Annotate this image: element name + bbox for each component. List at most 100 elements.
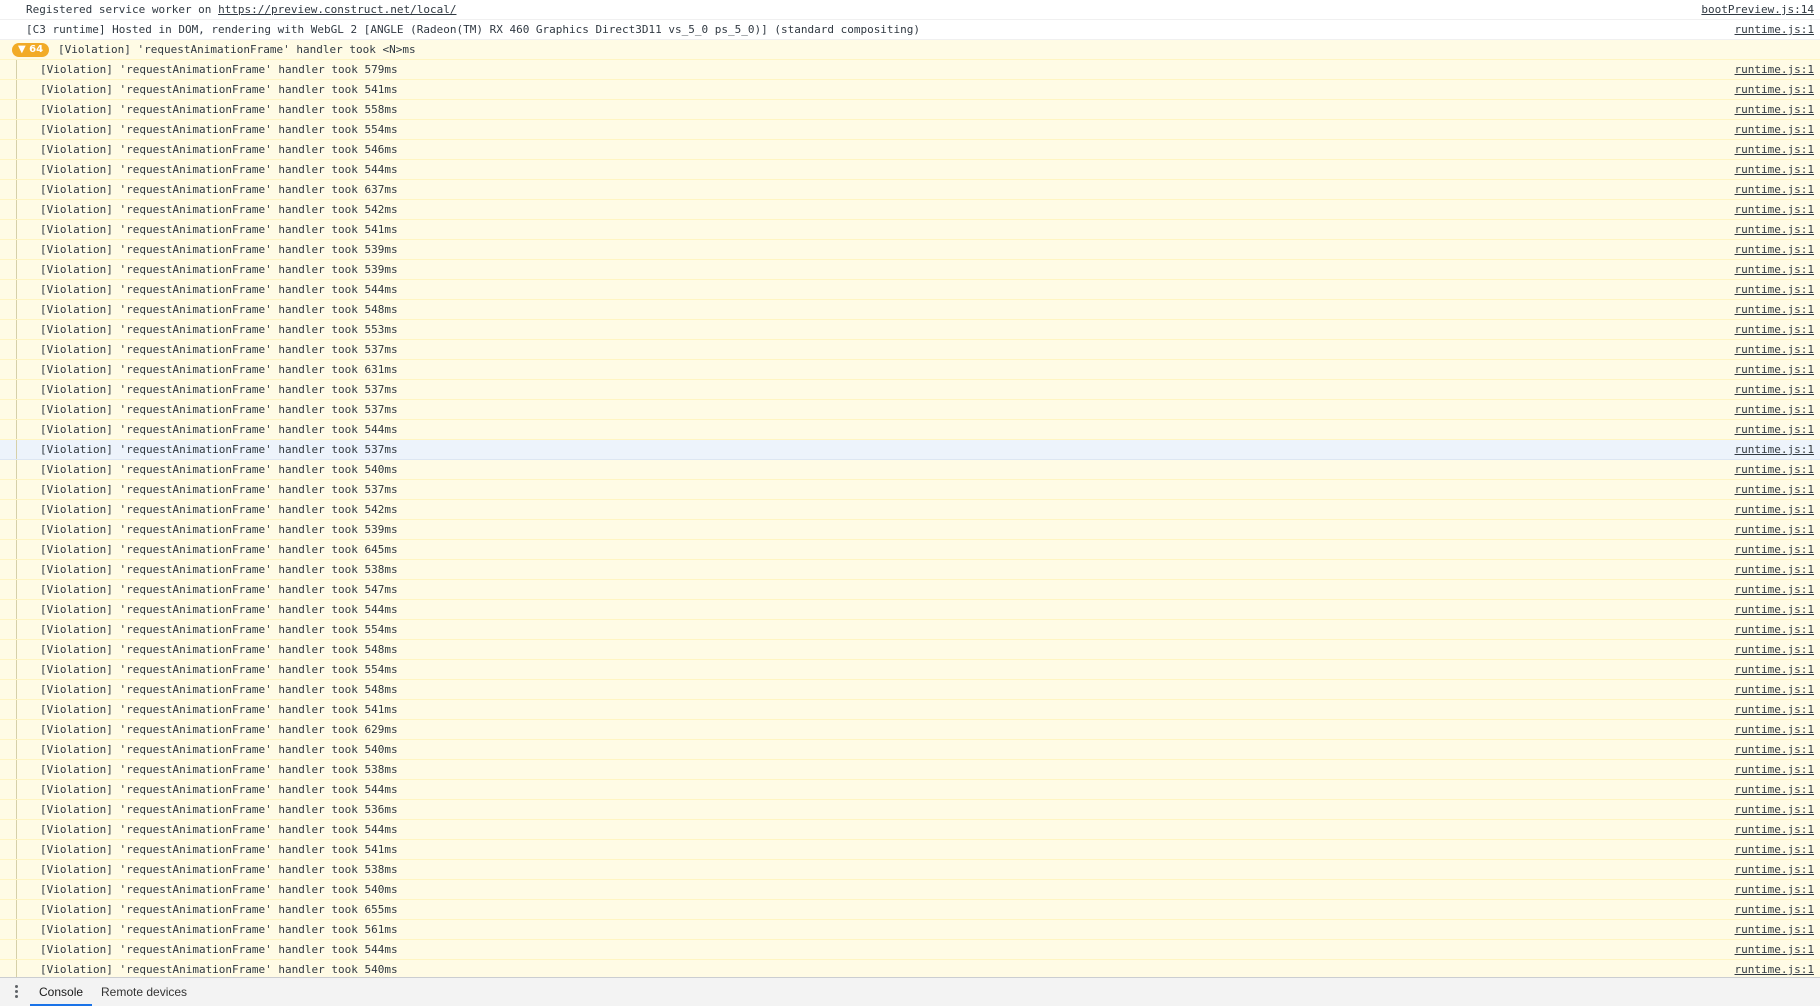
violation-row[interactable]: [Violation] 'requestAnimationFrame' hand… [0, 520, 1820, 540]
source-link[interactable]: runtime.js:1 [1735, 20, 1814, 40]
source-link[interactable]: runtime.js:1 [1735, 600, 1814, 620]
violation-row[interactable]: [Violation] 'requestAnimationFrame' hand… [0, 660, 1820, 680]
source-link[interactable]: runtime.js:1 [1735, 120, 1814, 140]
violation-row[interactable]: [Violation] 'requestAnimationFrame' hand… [0, 180, 1820, 200]
more-vertical-icon[interactable] [10, 985, 22, 999]
source-link[interactable]: runtime.js:1 [1735, 400, 1814, 420]
violation-row[interactable]: [Violation] 'requestAnimationFrame' hand… [0, 500, 1820, 520]
violation-row[interactable]: [Violation] 'requestAnimationFrame' hand… [0, 700, 1820, 720]
violation-row[interactable]: [Violation] 'requestAnimationFrame' hand… [0, 920, 1820, 940]
source-link[interactable]: runtime.js:1 [1735, 140, 1814, 160]
source-link[interactable]: runtime.js:1 [1735, 360, 1814, 380]
source-link[interactable]: runtime.js:1 [1735, 680, 1814, 700]
source-link[interactable]: runtime.js:1 [1735, 380, 1814, 400]
source-link[interactable]: runtime.js:1 [1735, 440, 1814, 460]
source-link[interactable]: runtime.js:1 [1735, 80, 1814, 100]
source-link[interactable]: runtime.js:1 [1735, 880, 1814, 900]
violation-row[interactable]: [Violation] 'requestAnimationFrame' hand… [0, 560, 1820, 580]
violation-group-header[interactable]: ▼ 64 [Violation] 'requestAnimationFrame'… [0, 40, 1820, 60]
violation-row[interactable]: [Violation] 'requestAnimationFrame' hand… [0, 580, 1820, 600]
source-link[interactable]: runtime.js:1 [1735, 940, 1814, 960]
source-link[interactable]: runtime.js:1 [1735, 840, 1814, 860]
violation-row[interactable]: [Violation] 'requestAnimationFrame' hand… [0, 860, 1820, 880]
source-link[interactable]: runtime.js:1 [1735, 640, 1814, 660]
source-link[interactable]: runtime.js:1 [1735, 420, 1814, 440]
console-log[interactable]: Registered service worker on https://pre… [0, 0, 1820, 977]
source-link[interactable]: bootPreview.js:14 [1701, 0, 1814, 20]
violation-row[interactable]: [Violation] 'requestAnimationFrame' hand… [0, 220, 1820, 240]
group-count-badge[interactable]: ▼ 64 [12, 43, 50, 57]
violation-row[interactable]: [Violation] 'requestAnimationFrame' hand… [0, 480, 1820, 500]
violation-row[interactable]: [Violation] 'requestAnimationFrame' hand… [0, 160, 1820, 180]
violation-row[interactable]: [Violation] 'requestAnimationFrame' hand… [0, 280, 1820, 300]
tab-remote-devices[interactable]: Remote devices [92, 978, 196, 1006]
violation-row[interactable]: [Violation] 'requestAnimationFrame' hand… [0, 140, 1820, 160]
source-link[interactable]: runtime.js:1 [1735, 580, 1814, 600]
source-link[interactable]: runtime.js:1 [1735, 220, 1814, 240]
source-link[interactable]: runtime.js:1 [1735, 300, 1814, 320]
violation-row[interactable]: [Violation] 'requestAnimationFrame' hand… [0, 840, 1820, 860]
source-link[interactable]: runtime.js:1 [1735, 800, 1814, 820]
violation-row[interactable]: [Violation] 'requestAnimationFrame' hand… [0, 400, 1820, 420]
violation-row[interactable]: [Violation] 'requestAnimationFrame' hand… [0, 200, 1820, 220]
tab-console[interactable]: Console [30, 978, 93, 1006]
violation-row[interactable]: [Violation] 'requestAnimationFrame' hand… [0, 640, 1820, 660]
source-link[interactable]: runtime.js:1 [1735, 460, 1814, 480]
source-link[interactable]: runtime.js:1 [1735, 780, 1814, 800]
violation-row[interactable]: [Violation] 'requestAnimationFrame' hand… [0, 800, 1820, 820]
source-link[interactable]: runtime.js:1 [1735, 540, 1814, 560]
source-link[interactable]: runtime.js:1 [1735, 320, 1814, 340]
violation-row[interactable]: [Violation] 'requestAnimationFrame' hand… [0, 720, 1820, 740]
source-link[interactable]: runtime.js:1 [1735, 180, 1814, 200]
source-link[interactable]: runtime.js:1 [1735, 100, 1814, 120]
violation-row[interactable]: [Violation] 'requestAnimationFrame' hand… [0, 260, 1820, 280]
source-link[interactable]: runtime.js:1 [1735, 280, 1814, 300]
violation-row[interactable]: [Violation] 'requestAnimationFrame' hand… [0, 960, 1820, 977]
source-link[interactable]: runtime.js:1 [1735, 60, 1814, 80]
violation-row[interactable]: [Violation] 'requestAnimationFrame' hand… [0, 880, 1820, 900]
source-link[interactable]: runtime.js:1 [1735, 720, 1814, 740]
violation-row[interactable]: [Violation] 'requestAnimationFrame' hand… [0, 320, 1820, 340]
violation-row[interactable]: [Violation] 'requestAnimationFrame' hand… [0, 100, 1820, 120]
service-worker-url-link[interactable]: https://preview.construct.net/local/ [218, 3, 456, 16]
violation-row[interactable]: [Violation] 'requestAnimationFrame' hand… [0, 80, 1820, 100]
violation-row[interactable]: [Violation] 'requestAnimationFrame' hand… [0, 900, 1820, 920]
source-link[interactable]: runtime.js:1 [1735, 760, 1814, 780]
violation-row[interactable]: [Violation] 'requestAnimationFrame' hand… [0, 940, 1820, 960]
violation-row[interactable]: [Violation] 'requestAnimationFrame' hand… [0, 820, 1820, 840]
source-link[interactable]: runtime.js:1 [1735, 500, 1814, 520]
source-link[interactable]: runtime.js:1 [1735, 960, 1814, 977]
source-link[interactable]: runtime.js:1 [1735, 200, 1814, 220]
violation-row[interactable]: [Violation] 'requestAnimationFrame' hand… [0, 620, 1820, 640]
violation-row[interactable]: [Violation] 'requestAnimationFrame' hand… [0, 540, 1820, 560]
violation-row[interactable]: [Violation] 'requestAnimationFrame' hand… [0, 680, 1820, 700]
violation-row[interactable]: [Violation] 'requestAnimationFrame' hand… [0, 780, 1820, 800]
source-link[interactable]: runtime.js:1 [1735, 260, 1814, 280]
violation-row[interactable]: [Violation] 'requestAnimationFrame' hand… [0, 360, 1820, 380]
source-link[interactable]: runtime.js:1 [1735, 900, 1814, 920]
violation-row[interactable]: [Violation] 'requestAnimationFrame' hand… [0, 460, 1820, 480]
violation-row[interactable]: [Violation] 'requestAnimationFrame' hand… [0, 60, 1820, 80]
source-link[interactable]: runtime.js:1 [1735, 660, 1814, 680]
source-link[interactable]: runtime.js:1 [1735, 860, 1814, 880]
violation-row[interactable]: [Violation] 'requestAnimationFrame' hand… [0, 440, 1820, 460]
source-link[interactable]: runtime.js:1 [1735, 620, 1814, 640]
source-link[interactable]: runtime.js:1 [1735, 480, 1814, 500]
violation-row[interactable]: [Violation] 'requestAnimationFrame' hand… [0, 120, 1820, 140]
source-link[interactable]: runtime.js:1 [1735, 820, 1814, 840]
violation-row[interactable]: [Violation] 'requestAnimationFrame' hand… [0, 420, 1820, 440]
violation-row[interactable]: [Violation] 'requestAnimationFrame' hand… [0, 240, 1820, 260]
source-link[interactable]: runtime.js:1 [1735, 560, 1814, 580]
source-link[interactable]: runtime.js:1 [1735, 160, 1814, 180]
violation-row[interactable]: [Violation] 'requestAnimationFrame' hand… [0, 380, 1820, 400]
violation-row[interactable]: [Violation] 'requestAnimationFrame' hand… [0, 300, 1820, 320]
source-link[interactable]: runtime.js:1 [1735, 740, 1814, 760]
source-link[interactable]: runtime.js:1 [1735, 240, 1814, 260]
source-link[interactable]: runtime.js:1 [1735, 920, 1814, 940]
violation-row[interactable]: [Violation] 'requestAnimationFrame' hand… [0, 740, 1820, 760]
violation-row[interactable]: [Violation] 'requestAnimationFrame' hand… [0, 760, 1820, 780]
violation-row[interactable]: [Violation] 'requestAnimationFrame' hand… [0, 600, 1820, 620]
violation-row[interactable]: [Violation] 'requestAnimationFrame' hand… [0, 340, 1820, 360]
source-link[interactable]: runtime.js:1 [1735, 700, 1814, 720]
source-link[interactable]: runtime.js:1 [1735, 520, 1814, 540]
